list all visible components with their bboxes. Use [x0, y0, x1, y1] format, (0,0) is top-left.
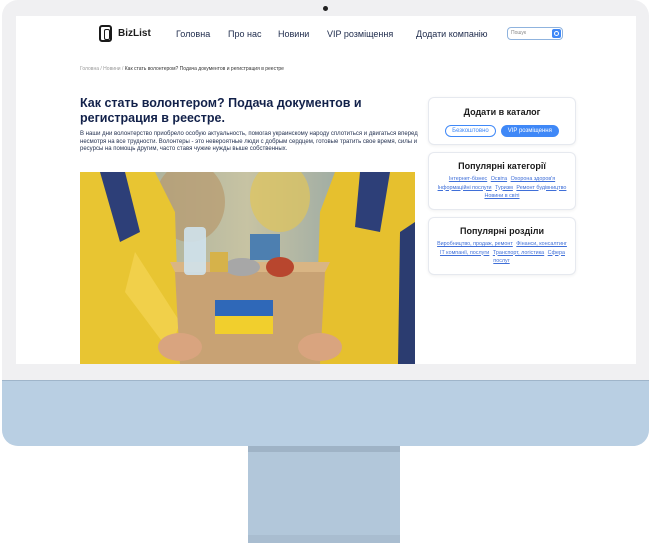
search-icon[interactable] — [552, 29, 561, 38]
popular-sections-card: Популярні розділи Виробництво, продаж, р… — [428, 217, 576, 275]
vip-button[interactable]: VIP розміщення — [500, 125, 559, 137]
volunteers-photo-icon — [80, 172, 415, 364]
nav-home[interactable]: Головна — [176, 29, 210, 39]
logo[interactable]: BizList — [99, 25, 151, 42]
browser-screen: BizList Головна Про нас Новини VIP розмі… — [16, 16, 636, 364]
monitor-chin — [2, 380, 649, 446]
nav-add-company[interactable]: Додати компанію — [416, 29, 488, 39]
article-title: Как стать волонтером? Подача документов … — [80, 96, 362, 125]
section-link[interactable]: IT компанії, послуги — [440, 250, 489, 256]
category-link[interactable]: Новини в світі — [484, 193, 519, 199]
category-link[interactable]: Охорона здоров'я — [511, 176, 556, 182]
popular-categories-card: Популярні категорії Інтернет-бізнес Осві… — [428, 152, 576, 210]
search-input[interactable]: Пошук — [507, 27, 563, 40]
catalog-title: Додати в каталог — [463, 107, 541, 117]
category-link[interactable]: Інформаційні послуги — [438, 185, 492, 191]
sections-links: Виробництво, продаж, ремонт Фінанси, кон… — [433, 240, 571, 266]
sections-title: Популярні розділи — [459, 226, 544, 236]
article-image — [80, 172, 415, 364]
breadcrumb: Головна / Новини / Как стать волонтером?… — [80, 66, 284, 72]
free-button[interactable]: Безкоштовно — [445, 125, 496, 137]
categories-title: Популярні категорії — [458, 161, 546, 171]
section-link[interactable]: Транспорт, логістика — [493, 250, 544, 256]
breadcrumb-home[interactable]: Головна — [80, 66, 99, 72]
bizlist-logo-icon — [99, 25, 112, 42]
nav-news[interactable]: Новини — [278, 29, 309, 39]
stand-base — [248, 535, 400, 543]
article-paragraph: В наши дни волонтерство приобрело особую… — [80, 131, 418, 152]
breadcrumb-news[interactable]: Новини — [103, 66, 120, 72]
section-link[interactable]: Виробництво, продаж, ремонт — [437, 241, 513, 247]
nav-about[interactable]: Про нас — [228, 29, 261, 39]
category-link[interactable]: Інтернет-бізнес — [449, 176, 487, 182]
add-to-catalog-card: Додати в каталог Безкоштовно VIP розміще… — [428, 97, 576, 145]
search-placeholder: Пошук — [511, 30, 527, 36]
stand-shadow — [248, 446, 400, 452]
section-link[interactable]: Фінанси, консалтинг — [516, 241, 567, 247]
breadcrumb-separator: / — [121, 66, 124, 72]
category-link[interactable]: Ремонт будівництво — [516, 185, 566, 191]
breadcrumb-separator: / — [100, 66, 102, 72]
category-link[interactable]: Туризм — [495, 185, 513, 191]
category-link[interactable]: Освіта — [491, 176, 507, 182]
chin-divider — [2, 380, 649, 381]
camera-dot — [323, 6, 328, 11]
nav-vip[interactable]: VIP розміщення — [327, 29, 393, 39]
categories-links: Інтернет-бізнес Освіта Охорона здоров'я … — [433, 175, 571, 201]
breadcrumb-current: Как стать волонтером? Подача документов … — [124, 66, 284, 72]
monitor-frame: BizList Головна Про нас Новини VIP розмі… — [2, 0, 649, 446]
monitor-stand — [248, 446, 400, 542]
logo-text: BizList — [118, 28, 151, 39]
